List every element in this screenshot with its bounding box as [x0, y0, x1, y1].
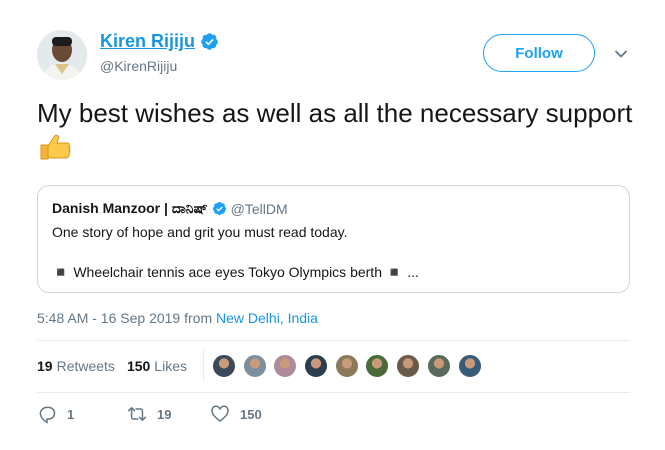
- retweet-count: 19: [157, 406, 172, 422]
- thumbs-up-icon: [40, 134, 71, 160]
- liker-avatar[interactable]: [304, 354, 329, 378]
- author-name[interactable]: Kiren Rijiju: [100, 31, 195, 52]
- liker-avatar[interactable]: [365, 354, 390, 378]
- chevron-down-icon[interactable]: [612, 45, 630, 63]
- verified-badge-icon: [201, 33, 218, 50]
- quoted-text-line: ◾ Wheelchair tennis ace eyes Tokyo Olymp…: [52, 264, 419, 280]
- reply-button[interactable]: 1: [37, 404, 127, 424]
- reply-count: 1: [67, 406, 75, 422]
- retweets-label[interactable]: Retweets: [57, 358, 115, 374]
- liker-avatar[interactable]: [242, 354, 267, 378]
- divider: [37, 340, 630, 341]
- divider: [203, 350, 204, 382]
- quoted-author-handle: @TellDM: [230, 200, 288, 217]
- quoted-author-name: Danish Manzoor | ದಾನಿಷ್: [52, 200, 208, 216]
- like-count: 150: [240, 406, 262, 422]
- likes-count[interactable]: 150: [127, 358, 150, 374]
- retweets-count[interactable]: 19: [37, 358, 53, 374]
- quoted-text-line: One story of hope and grit you must read…: [52, 224, 348, 240]
- engagement-stats: 19 Retweets 150 Likes: [37, 358, 187, 374]
- liker-avatar[interactable]: [273, 354, 298, 378]
- heart-icon: [211, 405, 229, 423]
- like-button[interactable]: 150: [210, 404, 262, 424]
- follow-button[interactable]: Follow: [483, 34, 595, 72]
- likes-label[interactable]: Likes: [154, 358, 187, 374]
- reply-icon: [39, 406, 56, 424]
- verified-badge-icon: [212, 201, 226, 216]
- retweet-icon: [127, 407, 147, 421]
- author-handle[interactable]: @KirenRijiju: [100, 58, 177, 74]
- author-avatar[interactable]: [37, 30, 87, 80]
- liker-avatars[interactable]: [212, 354, 488, 378]
- tweet-actions: 1 19 150: [37, 404, 262, 424]
- quoted-tweet[interactable]: Danish Manzoor | ದಾನಿಷ್ @TellDM One stor…: [37, 185, 630, 293]
- liker-avatar[interactable]: [426, 354, 451, 378]
- timestamp-text[interactable]: 5:48 AM - 16 Sep 2019 from: [37, 310, 212, 326]
- liker-avatar[interactable]: [396, 354, 421, 378]
- retweet-button[interactable]: 19: [127, 404, 210, 424]
- liker-avatar[interactable]: [212, 354, 236, 378]
- tweet-timestamp: 5:48 AM - 16 Sep 2019 from New Delhi, In…: [37, 310, 318, 326]
- liker-avatar[interactable]: [334, 354, 359, 378]
- location-link[interactable]: New Delhi, India: [216, 310, 318, 326]
- divider: [37, 392, 630, 393]
- tweet-body: My best wishes as well as all the necess…: [37, 98, 633, 128]
- liker-avatar[interactable]: [457, 354, 482, 378]
- tweet-text: My best wishes as well as all the necess…: [37, 96, 637, 166]
